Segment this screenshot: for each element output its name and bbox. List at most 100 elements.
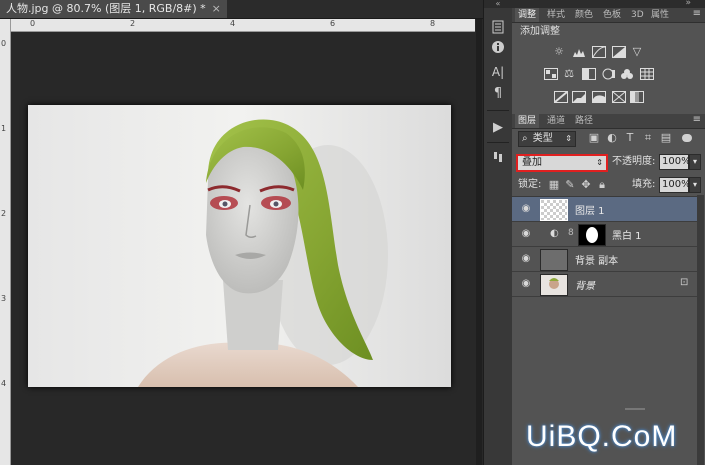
shape-filter-icon[interactable]: ⌗ [642, 132, 654, 144]
threshold-icon[interactable] [592, 91, 606, 103]
fill-value: 100% [662, 179, 691, 190]
panel-menu-icon[interactable]: ≡ [693, 8, 701, 19]
layer-row-bg-copy[interactable]: ◉ 背景 副本 [512, 247, 697, 272]
layer-thumbnail [540, 199, 568, 221]
layer-name: 背景 [575, 281, 595, 292]
layers-scrollbar[interactable] [697, 195, 704, 465]
fill-label: 填充: [632, 179, 656, 190]
info-icon[interactable] [487, 40, 509, 60]
document-image[interactable] [28, 105, 451, 387]
selective-color-icon[interactable] [612, 91, 626, 103]
collapse-panels-icon[interactable]: » [685, 0, 691, 8]
invert-icon[interactable] [554, 91, 568, 103]
chain-link-icon[interactable]: 8 [568, 228, 574, 238]
ruler-label: 3 [1, 294, 7, 303]
color-balance-icon[interactable]: ⚖ [562, 68, 576, 80]
tab-layers[interactable]: 图层 [515, 114, 540, 128]
blend-mode-value: 叠加 [522, 157, 542, 168]
tab-styles[interactable]: 样式 [544, 8, 568, 22]
hue-saturation-icon[interactable] [544, 68, 558, 80]
vibrance-icon[interactable]: ▽ [630, 46, 644, 58]
black-white-icon[interactable] [582, 68, 596, 80]
layer-mask-thumbnail [578, 224, 606, 246]
lock-label: 锁定: [518, 179, 542, 190]
tab-channels[interactable]: 通道 [544, 114, 568, 128]
exposure-icon[interactable] [612, 46, 626, 58]
photo-filter-icon[interactable] [602, 68, 616, 80]
close-tab-icon[interactable]: × [212, 2, 221, 15]
updown-icon: ⇕ [565, 134, 572, 143]
opacity-input[interactable]: 100% [659, 154, 691, 170]
pixel-filter-icon[interactable]: ▣ [588, 132, 600, 144]
ruler-label: 2 [130, 19, 136, 28]
tab-3d[interactable]: 3D [628, 8, 647, 22]
channel-mixer-icon[interactable] [620, 68, 634, 80]
canvas-scrollbar[interactable] [476, 19, 482, 465]
posterize-icon[interactable] [572, 91, 586, 103]
blend-mode-select[interactable]: 叠加 ⇕ [516, 154, 608, 172]
vertical-ruler[interactable]: 0 1 2 3 4 [0, 19, 11, 465]
adjustments-title: 添加调整 [520, 26, 560, 37]
divider [487, 142, 509, 143]
opacity-dropdown-icon[interactable]: ▾ [689, 154, 701, 170]
ruler-label: 1 [1, 124, 7, 133]
ruler-label: 4 [1, 379, 7, 388]
layer-name: 图层 1 [575, 206, 605, 217]
visibility-eye-icon[interactable]: ◉ [520, 278, 532, 290]
tab-adjustments[interactable]: 调整 [515, 8, 540, 22]
dock-top-bar: » [512, 0, 705, 8]
visibility-eye-icon[interactable]: ◉ [520, 203, 532, 215]
tab-paths[interactable]: 路径 [572, 114, 596, 128]
tab-swatches[interactable]: 色板 [600, 8, 624, 22]
tool-presets-icon[interactable] [487, 150, 509, 170]
opacity-value: 100% [662, 156, 691, 167]
levels-icon[interactable] [572, 46, 586, 58]
fill-dropdown-icon[interactable]: ▾ [689, 177, 701, 193]
layer-row-layer1[interactable]: ◉ 图层 1 [512, 197, 697, 222]
panels-dock: » 调整 样式 颜色 色板 3D 属性 ≡ 添加调整 ☼ ▽ ⚖ 图层 通道 路… [512, 0, 705, 465]
layer-row-background[interactable]: ◉ 背景 ⊡ [512, 272, 697, 297]
opacity-label: 不透明度: [612, 156, 656, 167]
smart-object-filter-icon[interactable]: ▤ [660, 132, 672, 144]
lock-position-icon[interactable]: ✥ [580, 179, 592, 191]
color-lookup-icon[interactable] [640, 68, 654, 80]
divider [487, 110, 509, 111]
play-icon[interactable]: ▶ [487, 118, 509, 138]
visibility-eye-icon[interactable]: ◉ [520, 228, 532, 240]
history-icon[interactable] [487, 20, 509, 40]
filter-kind-label: 类型 [532, 133, 553, 144]
visibility-eye-icon[interactable]: ◉ [520, 253, 532, 265]
brightness-icon[interactable]: ☼ [552, 46, 566, 58]
gradient-map-icon[interactable] [630, 91, 644, 103]
tab-properties[interactable]: 属性 [648, 8, 672, 22]
curves-icon[interactable] [592, 46, 606, 58]
filter-toggle[interactable] [682, 134, 692, 142]
ruler-label: 0 [1, 39, 7, 48]
updown-icon: ⇕ [596, 158, 603, 167]
fill-input[interactable]: 100% [659, 177, 691, 193]
document-tab-bar: 人物.jpg @ 80.7% (图层 1, RGB/8#) * × [0, 0, 483, 19]
character-icon[interactable]: A| [487, 62, 509, 82]
lock-all-icon[interactable]: 🔒︎ [596, 179, 608, 191]
tab-color[interactable]: 颜色 [572, 8, 596, 22]
horizontal-ruler[interactable]: 0 2 4 6 8 [10, 19, 475, 32]
layer-name: 背景 副本 [575, 256, 619, 267]
collapse-arrows-icon[interactable]: « [484, 0, 512, 8]
document-tab[interactable]: 人物.jpg @ 80.7% (图层 1, RGB/8#) * × [0, 0, 227, 18]
ruler-label: 2 [1, 209, 7, 218]
layer-thumbnail [540, 249, 568, 271]
ruler-label: 0 [30, 19, 36, 28]
layer-row-bw1[interactable]: ◉ ◐ 8 黑白 1 [512, 222, 697, 247]
lock-image-icon[interactable]: ✎ [564, 179, 576, 191]
layers-menu-icon[interactable]: ≡ [693, 114, 701, 125]
ruler-label: 8 [430, 19, 436, 28]
lock-transparent-icon[interactable]: ▦ [548, 179, 560, 191]
adjustment-filter-icon[interactable]: ◐ [606, 132, 618, 144]
layer-thumbnail [540, 274, 568, 296]
layer-filter-select[interactable]: ⌕ 类型 ⇕ [518, 131, 576, 147]
watermark-text: UiBQ.CoM [526, 420, 678, 453]
type-filter-icon[interactable]: T [624, 132, 636, 144]
paragraph-icon[interactable]: ¶ [487, 84, 509, 104]
layer-name: 黑白 1 [612, 231, 642, 242]
ruler-label: 6 [330, 19, 336, 28]
